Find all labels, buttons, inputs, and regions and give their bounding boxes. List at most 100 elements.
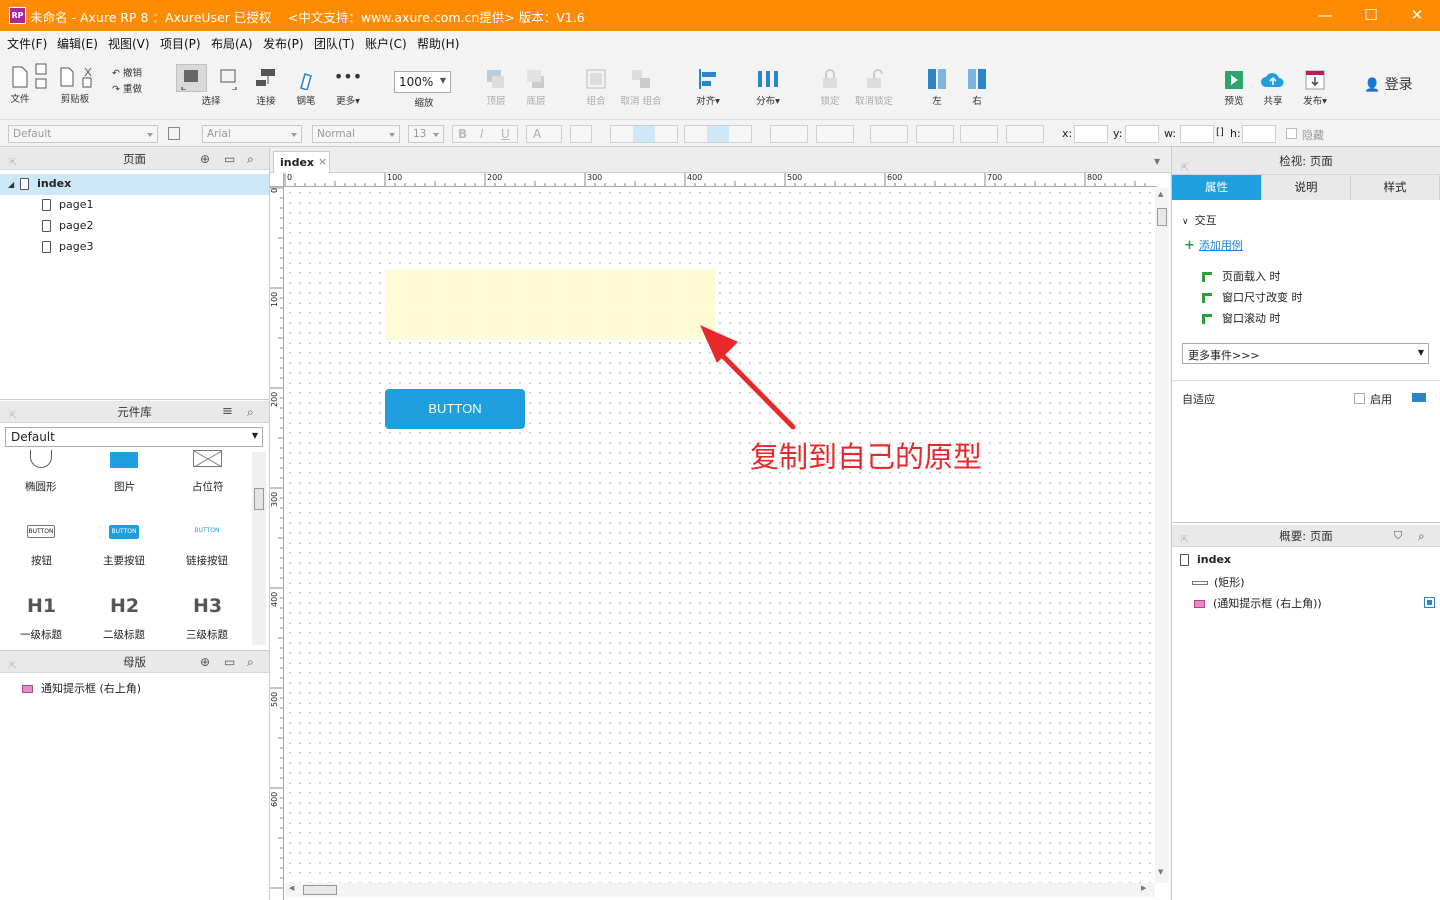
- button-icon[interactable]: BUTTON: [27, 525, 55, 538]
- menu-view[interactable]: 视图(V): [108, 35, 150, 52]
- publish-button[interactable]: 发布▾: [1298, 70, 1332, 107]
- link-button-icon[interactable]: BUTTON: [192, 527, 222, 534]
- line-color-button[interactable]: [870, 125, 908, 143]
- size-select[interactable]: 13: [408, 125, 444, 143]
- h1-icon[interactable]: H1: [27, 595, 56, 617]
- library-select[interactable]: Default ▼: [5, 427, 263, 447]
- hide-checkbox[interactable]: [1286, 128, 1297, 139]
- menu-team[interactable]: 团队(T): [314, 35, 355, 52]
- bring-top-button[interactable]: 顶层: [482, 68, 510, 107]
- save-open-icons[interactable]: [34, 63, 48, 91]
- outline-root[interactable]: index: [1180, 553, 1231, 566]
- scroll-left-icon[interactable]: ◀: [289, 884, 294, 892]
- pen-button[interactable]: 钢笔: [292, 68, 320, 107]
- notification-rectangle[interactable]: [385, 269, 715, 340]
- select-button[interactable]: 选择: [180, 68, 242, 107]
- scroll-right-icon[interactable]: ▶: [1141, 884, 1146, 892]
- tree-item-page2[interactable]: page2: [42, 219, 93, 232]
- event-window-resize[interactable]: 窗口尺寸改变 时: [1202, 289, 1303, 305]
- menu-layout[interactable]: 布局(A): [211, 35, 253, 52]
- line-style-button[interactable]: [960, 125, 998, 143]
- tab-properties[interactable]: 属性: [1172, 175, 1262, 200]
- text-align-group[interactable]: [610, 125, 678, 143]
- font-color-button[interactable]: A: [526, 125, 562, 143]
- align-button[interactable]: 对齐▾: [690, 68, 726, 107]
- add-master-icon[interactable]: ⊕: [200, 651, 210, 673]
- horizontal-scrollbar[interactable]: ◀ ▶: [285, 883, 1155, 897]
- library-scrollbar[interactable]: [252, 452, 266, 645]
- new-file-button[interactable]: 文件: [8, 66, 32, 105]
- font-select[interactable]: Arial: [202, 125, 302, 143]
- preview-button[interactable]: 预览: [1220, 70, 1248, 107]
- y-input[interactable]: [1125, 125, 1159, 143]
- add-case-link[interactable]: + 添加用例: [1184, 237, 1243, 253]
- add-folder-icon[interactable]: ▭: [224, 148, 235, 170]
- group-button[interactable]: 组合: [580, 68, 612, 107]
- menu-account[interactable]: 账户(C): [365, 35, 407, 52]
- adaptive-settings-icon[interactable]: [1412, 393, 1426, 402]
- search-icon[interactable]: ⌕: [247, 651, 254, 673]
- clipboard-button[interactable]: 剪贴板: [57, 66, 93, 105]
- event-page-load[interactable]: 页面载入 时: [1202, 268, 1281, 284]
- line-width-button[interactable]: [916, 125, 954, 143]
- menu-file[interactable]: 文件(F): [7, 35, 47, 52]
- menu-icon[interactable]: ≡: [222, 401, 233, 423]
- add-page-icon[interactable]: ⊕: [200, 148, 210, 170]
- master-visibility-icon[interactable]: [1424, 597, 1435, 608]
- lock-button[interactable]: 锁定: [816, 68, 844, 107]
- shadow-button[interactable]: [816, 125, 854, 143]
- search-icon[interactable]: ⌕: [247, 148, 254, 170]
- list-button[interactable]: [570, 125, 592, 143]
- scroll-thumb[interactable]: [303, 885, 337, 895]
- collapse-triangle-icon[interactable]: ◢: [8, 180, 14, 189]
- fill-color-button[interactable]: [770, 125, 808, 143]
- menu-help[interactable]: 帮助(H): [417, 35, 459, 52]
- left-panel-button[interactable]: 左: [924, 68, 950, 107]
- placeholder-icon[interactable]: [193, 450, 223, 468]
- menu-edit[interactable]: 编辑(E): [57, 35, 98, 52]
- more-button[interactable]: ••• 更多▾: [330, 68, 366, 108]
- outline-item-rectangle[interactable]: (矩形): [1192, 574, 1245, 590]
- scroll-up-icon[interactable]: ▲: [1158, 190, 1163, 198]
- distribute-button[interactable]: 分布▾: [750, 68, 786, 107]
- pin-icon[interactable]: ⇱: [9, 153, 17, 175]
- add-folder-icon[interactable]: ▭: [224, 651, 235, 673]
- weight-select[interactable]: Normal: [312, 125, 400, 143]
- h3-icon[interactable]: H3: [193, 595, 222, 617]
- zoom-select[interactable]: 100% ▼: [394, 71, 451, 93]
- h2-icon[interactable]: H2: [110, 595, 139, 617]
- tab-index[interactable]: index ×: [273, 151, 330, 174]
- h-input[interactable]: [1242, 125, 1276, 143]
- canvas-button[interactable]: BUTTON: [385, 389, 525, 429]
- ellipse-icon[interactable]: [30, 450, 52, 468]
- maximize-button[interactable]: ☐: [1348, 0, 1394, 31]
- close-button[interactable]: ✕: [1394, 0, 1440, 31]
- menu-publish[interactable]: 发布(P): [263, 35, 304, 52]
- lock-ratio-icon[interactable]: []: [1216, 127, 1224, 138]
- ungroup-button[interactable]: 取消 组合: [618, 68, 664, 107]
- menu-project[interactable]: 项目(P): [160, 35, 201, 52]
- master-item[interactable]: 通知提示框 (右上角): [22, 680, 141, 696]
- w-input[interactable]: [1180, 125, 1214, 143]
- minimize-button[interactable]: —: [1302, 0, 1348, 31]
- arrow-style-button[interactable]: [1006, 125, 1044, 143]
- pin-icon[interactable]: ⇱: [1181, 530, 1189, 552]
- style-manager-icon[interactable]: [168, 127, 180, 140]
- outline-item-master[interactable]: (通知提示框 (右上角)): [1194, 595, 1322, 611]
- search-icon[interactable]: ⌕: [247, 401, 254, 423]
- pin-icon[interactable]: ⇱: [9, 656, 17, 678]
- vertical-scrollbar[interactable]: ▲ ▼: [1155, 188, 1169, 883]
- event-window-scroll[interactable]: 窗口滚动 时: [1202, 310, 1281, 326]
- primary-button-icon[interactable]: BUTTON: [109, 525, 139, 539]
- style-select[interactable]: Default: [8, 125, 158, 143]
- vertical-align-group[interactable]: [684, 125, 752, 143]
- image-icon[interactable]: [110, 452, 138, 468]
- search-icon[interactable]: ⌕: [1418, 525, 1425, 547]
- login-button[interactable]: 👤 登录: [1364, 74, 1413, 94]
- right-panel-button[interactable]: 右: [964, 68, 990, 107]
- unlock-button[interactable]: 取消锁定: [852, 68, 896, 107]
- x-input[interactable]: [1074, 125, 1108, 143]
- close-tab-icon[interactable]: ×: [318, 155, 327, 168]
- connect-button[interactable]: 连接: [252, 68, 280, 107]
- interaction-section[interactable]: ∨ 交互: [1182, 212, 1217, 228]
